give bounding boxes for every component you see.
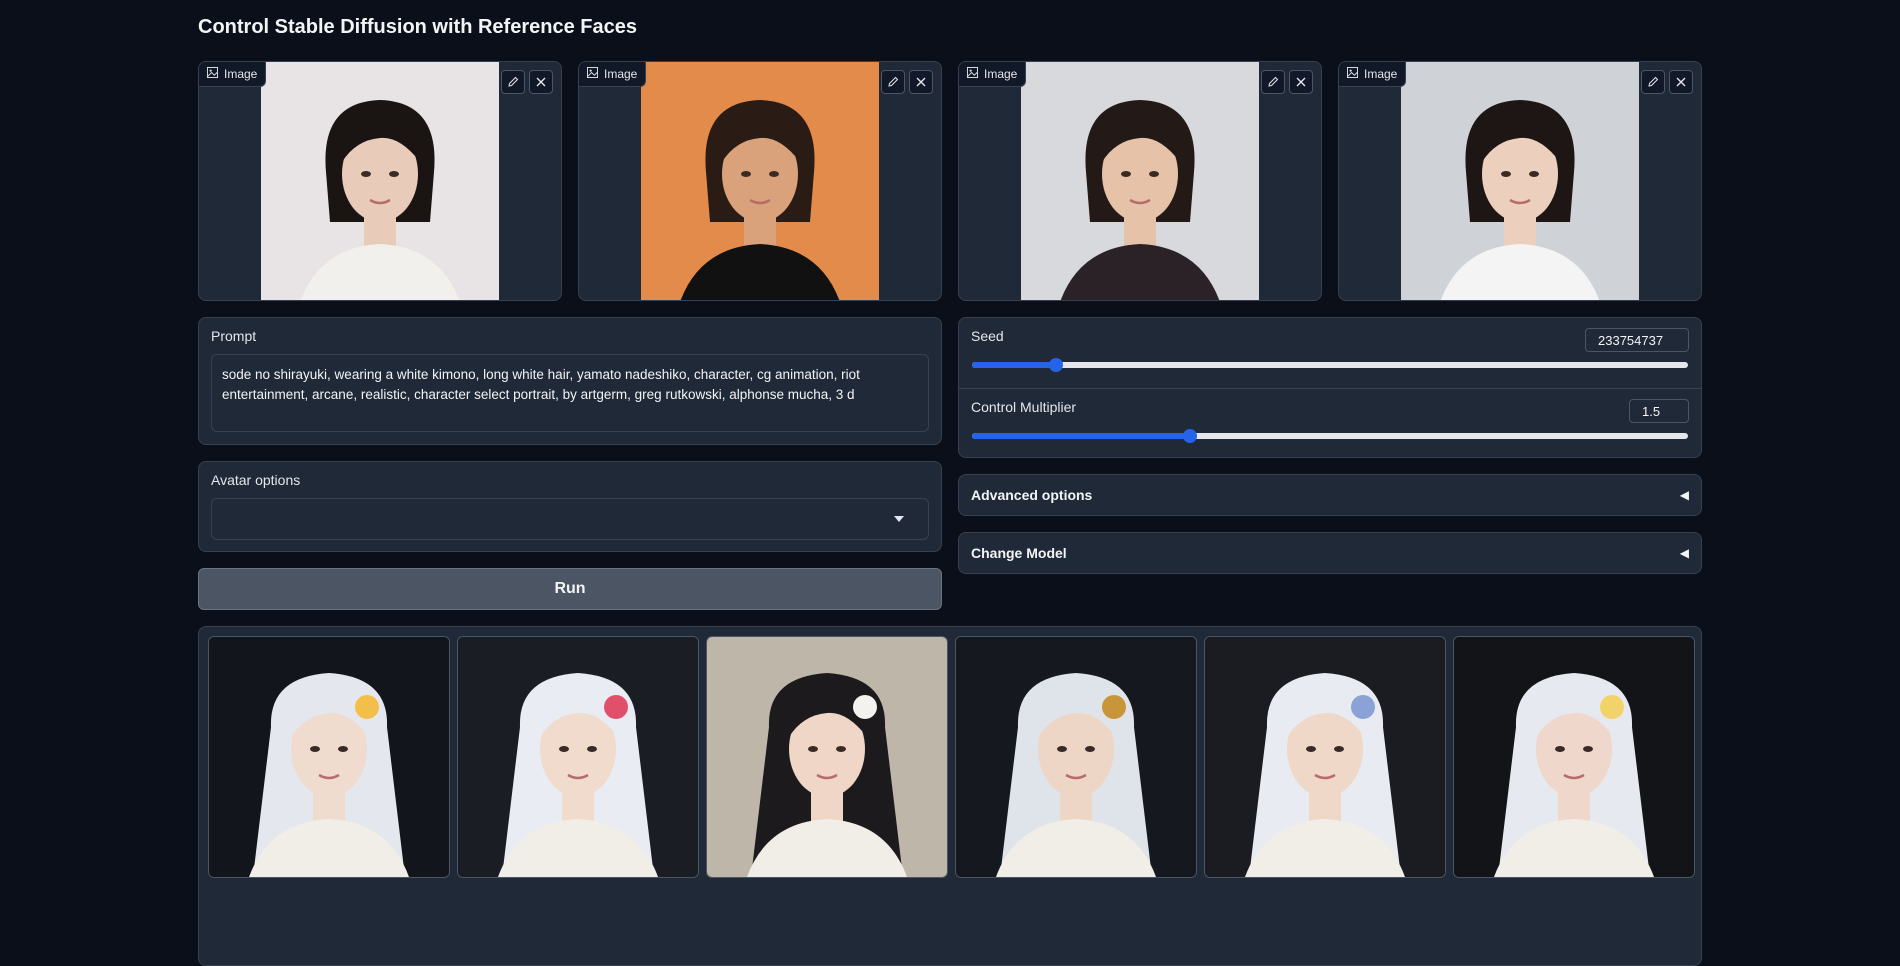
close-icon[interactable]	[1289, 70, 1313, 94]
close-icon[interactable]	[1669, 70, 1693, 94]
image-label: Image	[579, 62, 647, 87]
reference-face-photo	[1021, 62, 1259, 300]
page-title: Control Stable Diffusion with Reference …	[198, 16, 637, 38]
gallery-image[interactable]	[706, 636, 948, 878]
avatar-options-panel: Avatar options	[198, 461, 942, 552]
slider-panel: Seed 233754737 Control Multiplier 1.5	[958, 317, 1702, 458]
change-model-accordion[interactable]: Change Model ◀	[958, 532, 1702, 574]
output-gallery	[198, 626, 1702, 966]
image-icon	[207, 67, 218, 81]
reference-face-photo	[261, 62, 499, 300]
seed-slider-thumb[interactable]	[1049, 358, 1064, 372]
control-multiplier-slider[interactable]	[972, 429, 1688, 443]
gallery-image[interactable]	[457, 636, 699, 878]
seed-slider[interactable]	[972, 358, 1688, 372]
control-multiplier-slider-thumb[interactable]	[1183, 429, 1198, 443]
seed-row: Seed 233754737	[959, 318, 1701, 388]
change-model-label: Change Model	[971, 545, 1067, 561]
prompt-textarea[interactable]: sode no shirayuki, wearing a white kimon…	[211, 354, 929, 432]
edit-icon[interactable]	[881, 70, 905, 94]
control-multiplier-number-input[interactable]: 1.5	[1629, 399, 1689, 423]
image-icon	[587, 67, 598, 81]
reference-image-1[interactable]: Image	[198, 61, 562, 301]
control-multiplier-slider-fill	[972, 433, 1191, 439]
advanced-options-label: Advanced options	[971, 487, 1093, 503]
edit-icon[interactable]	[1261, 70, 1285, 94]
edit-icon[interactable]	[501, 70, 525, 94]
advanced-options-accordion[interactable]: Advanced options ◀	[958, 474, 1702, 516]
gallery-image[interactable]	[1204, 636, 1446, 878]
seed-label: Seed	[971, 328, 1004, 344]
image-label: Image	[1339, 62, 1407, 87]
reference-image-4[interactable]: Image	[1338, 61, 1702, 301]
prompt-label: Prompt	[211, 328, 257, 344]
prompt-panel: Prompt sode no shirayuki, wearing a whit…	[198, 317, 942, 445]
image-icon	[1347, 67, 1358, 81]
collapse-arrow-icon: ◀	[1679, 488, 1689, 502]
gallery-image[interactable]	[208, 636, 450, 878]
reference-face-photo	[1401, 62, 1639, 300]
run-button[interactable]: Run	[198, 568, 942, 610]
control-multiplier-label: Control Multiplier	[971, 399, 1077, 415]
image-icon	[967, 67, 978, 81]
image-label: Image	[199, 62, 267, 87]
avatar-options-dropdown[interactable]	[211, 498, 929, 540]
gallery-image[interactable]	[955, 636, 1197, 878]
control-multiplier-row: Control Multiplier 1.5	[959, 388, 1701, 458]
close-icon[interactable]	[909, 70, 933, 94]
seed-slider-fill	[972, 362, 1057, 368]
reference-image-3[interactable]: Image	[958, 61, 1322, 301]
seed-number-input[interactable]: 233754737	[1585, 328, 1689, 352]
chevron-down-icon	[894, 516, 904, 522]
avatar-options-label: Avatar options	[211, 472, 301, 488]
reference-face-photo	[641, 62, 879, 300]
edit-icon[interactable]	[1641, 70, 1665, 94]
image-label: Image	[959, 62, 1027, 87]
reference-image-2[interactable]: Image	[578, 61, 942, 301]
gallery-image[interactable]	[1453, 636, 1695, 878]
close-icon[interactable]	[529, 70, 553, 94]
collapse-arrow-icon: ◀	[1679, 546, 1689, 560]
